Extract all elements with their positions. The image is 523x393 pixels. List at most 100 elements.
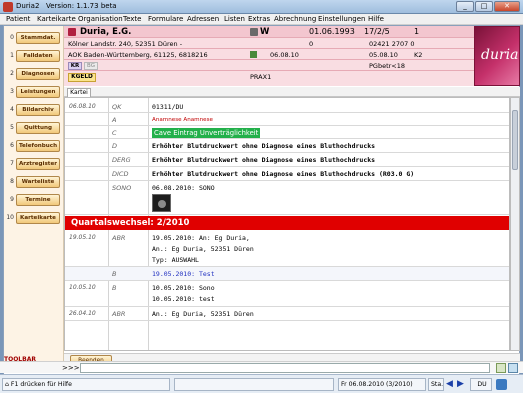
menu-organisation[interactable]: Organisation	[78, 15, 123, 23]
record-text: 10.05.2010: Sono	[152, 284, 215, 292]
menu-extras[interactable]: Extras	[248, 15, 270, 23]
sidebar-telefonbuch-button[interactable]: Telefonbuch	[16, 140, 60, 152]
close-button[interactable]: ✕	[494, 1, 520, 12]
menu-adressen[interactable]: Adressen	[187, 15, 219, 23]
sidebar-termine-button[interactable]: Termine	[16, 194, 60, 206]
sidebar-item-diagnosen[interactable]: 2 Diagnosen	[6, 68, 62, 80]
record-code: A	[112, 116, 117, 124]
sidebar-item-warteliste[interactable]: 8 Warteliste	[6, 176, 62, 188]
record-row[interactable]: 06.08.10 QK 01311/DU	[65, 100, 509, 113]
record-row[interactable]: A Anamnese Anamnese	[65, 113, 509, 126]
quartal-change-banner: Quartalswechsel: 2/2010	[65, 216, 509, 230]
record-code: QK	[112, 103, 122, 111]
sidebar-leistungen-button[interactable]: Leistungen	[16, 86, 60, 98]
sidebar-hotkey: 9	[10, 196, 14, 203]
kartei-records: 06.08.10 QK 01311/DU A Anamnese Anamnese…	[64, 97, 510, 351]
menu-einstellungen[interactable]: Einstellungen	[318, 15, 365, 23]
cave-highlight: Cave Eintrag Unverträglichkeit	[152, 128, 261, 138]
record-text: Typ: AUSWAHL	[152, 256, 199, 264]
scrollbar-thumb[interactable]	[512, 110, 518, 170]
minimize-button[interactable]: _	[456, 1, 474, 12]
menu-patient[interactable]: Patient	[6, 15, 30, 23]
status-user: DU	[470, 378, 492, 391]
patient-name[interactable]: Duria, E.G.	[80, 27, 131, 37]
kartei-tab-bar: Kartei 0	[64, 87, 520, 104]
patient-phone: 02421 2707 0	[369, 40, 415, 48]
record-text: 19.05.2010: Test	[152, 270, 215, 278]
bg-badge[interactable]: BG	[84, 62, 98, 70]
kgeld-badge[interactable]: KGELD	[68, 73, 96, 82]
sidebar-karteikarte-button[interactable]: Karteikarte	[16, 212, 60, 224]
sidebar-item-arztregister[interactable]: 7 Arztregister	[6, 158, 62, 170]
menu-texte[interactable]: Texte	[123, 15, 141, 23]
record-code: B	[112, 270, 117, 278]
record-date: 10.05.10	[69, 284, 96, 291]
record-text: Erhöhter Blutdruckwert ohne Diagnose ein…	[152, 156, 376, 164]
patient-sex: W	[260, 27, 270, 37]
gender-icon	[250, 28, 258, 36]
sidebar-item-bildarchiv[interactable]: 4 Bildarchiv	[6, 104, 62, 116]
sidebar-item-karteikarte[interactable]: 10 Karteikarte	[6, 212, 62, 224]
sidebar-item-termine[interactable]: 9 Termine	[6, 194, 62, 206]
ultrasound-image-icon	[158, 200, 166, 208]
record-row[interactable]: DICD Erhöhter Blutdruckwert ohne Diagnos…	[65, 167, 509, 181]
menu-listen[interactable]: Listen	[224, 15, 245, 23]
status-sta: Sta...	[428, 378, 444, 391]
records-scrollbar[interactable]	[510, 97, 520, 351]
sidebar-arztregister-button[interactable]: Arztregister	[16, 158, 60, 170]
sidebar-stammdaten-button[interactable]: Stammdat.	[16, 32, 60, 44]
sidebar-hotkey: 5	[10, 124, 14, 131]
next-arrow-icon[interactable]: ▶	[457, 379, 464, 389]
patient-code2: 1	[414, 27, 420, 36]
sidebar-item-quittung[interactable]: 5 Quittung	[6, 122, 62, 134]
sidebar-quittung-button[interactable]: Quittung	[16, 122, 60, 134]
command-input[interactable]	[80, 363, 490, 373]
record-row[interactable]: 26.04.10 ABR An.: Eg Duria, 52351 Düren	[65, 307, 509, 321]
sidebar-item-stammdaten[interactable]: 0 Stammdat.	[6, 32, 62, 44]
record-date: 06.08.10	[69, 103, 96, 110]
status-date: Fr 06.08.2010 (3/2010)	[338, 378, 426, 391]
menu-formulare[interactable]: Formulare	[148, 15, 183, 23]
prev-arrow-icon[interactable]: ◀	[446, 379, 453, 389]
menu-karteikarte[interactable]: Karteikarte	[37, 15, 76, 23]
patient-header: Duria, E.G. W 01.06.1993 17/2/5 1 Kölner…	[64, 26, 474, 86]
sidebar-hotkey: 6	[10, 142, 14, 149]
record-row[interactable]: C Cave Eintrag Unverträglichkeit	[65, 126, 509, 139]
patient-row-5: KGELD PRAX1	[64, 71, 474, 83]
record-row[interactable]: 19.05.10 ABR 19.05.2010: An: Eg Duria, A…	[65, 231, 509, 267]
patient-address: Kölner Landstr. 240, 52351 Düren -	[68, 40, 183, 48]
record-row[interactable]: 10.05.10 B 10.05.2010: Sono 10.05.2010: …	[65, 281, 509, 307]
sidebar-diagnosen-button[interactable]: Diagnosen	[16, 68, 60, 80]
sidebar-item-falldaten[interactable]: 1 Falldaten	[6, 50, 62, 62]
patient-insurance: AOK Baden-Württemberg, 61125, 6818216	[68, 51, 208, 59]
main-client-area: 0 Stammdat. 1 Falldaten 2 Diagnosen 3 Le…	[3, 25, 520, 380]
sidebar-bildarchiv-button[interactable]: Bildarchiv	[16, 104, 60, 116]
sidebar-hotkey: 4	[10, 106, 14, 113]
menu-abrechnung[interactable]: Abrechnung	[274, 15, 316, 23]
record-row[interactable]: SONO 06.08.2010: SONO	[65, 181, 509, 215]
record-row[interactable]: DERG Erhöhter Blutdruckwert ohne Diagnos…	[65, 153, 509, 167]
tab-kartei-0[interactable]: Kartei 0	[67, 88, 91, 104]
window-title: Duria2	[16, 2, 40, 10]
menu-hilfe[interactable]: Hilfe	[368, 15, 384, 23]
sidebar-item-telefonbuch[interactable]: 6 Telefonbuch	[6, 140, 62, 152]
help-icon[interactable]	[496, 363, 506, 373]
patient-address-value: 0	[309, 40, 314, 48]
sidebar-hotkey: 0	[10, 34, 14, 41]
sidebar-hotkey: 1	[10, 52, 14, 59]
record-row[interactable]: D Erhöhter Blutdruckwert ohne Diagnose e…	[65, 139, 509, 153]
record-text: Erhöhter Blutdruckwert ohne Diagnose ein…	[152, 170, 415, 178]
sidebar-falldaten-button[interactable]: Falldaten	[16, 50, 60, 62]
record-row[interactable]: B 19.05.2010: Test	[65, 267, 509, 281]
record-text: An.: Eg Duria, 52351 Düren	[152, 310, 254, 318]
kr-badge[interactable]: KR	[68, 62, 82, 70]
record-text: An.: Eg Duria, 52351 Düren	[152, 245, 254, 253]
sidebar-hotkey: 3	[10, 88, 14, 95]
command-row: >>>	[0, 361, 523, 373]
sidebar-hotkey: 8	[10, 178, 14, 185]
sono-thumbnail[interactable]	[152, 194, 171, 212]
refresh-icon[interactable]	[508, 363, 518, 373]
sidebar-warteliste-button[interactable]: Warteliste	[16, 176, 60, 188]
sidebar-item-leistungen[interactable]: 3 Leistungen	[6, 86, 62, 98]
maximize-button[interactable]: □	[475, 1, 493, 12]
